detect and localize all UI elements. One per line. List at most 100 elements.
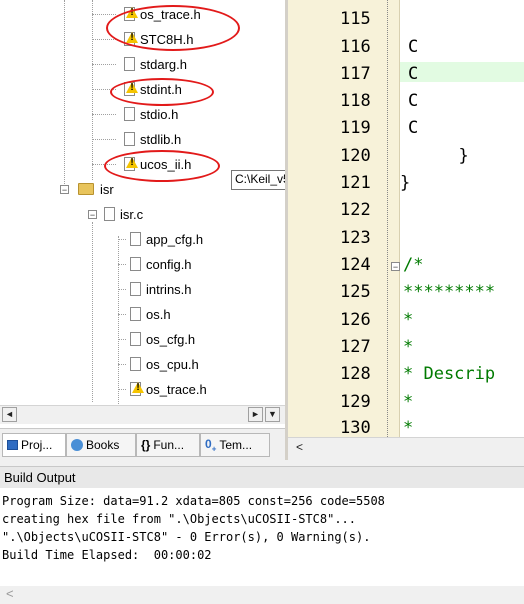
tree-item[interactable]: os.h (130, 303, 171, 325)
build-output-scrollbar[interactable]: < (0, 586, 524, 604)
line-number: 116 (340, 37, 371, 57)
file-icon (130, 232, 141, 246)
code-editor[interactable]: 115 116 117 118 119 120 121 122 123 124 … (288, 0, 524, 437)
tree-item-label: stdlib.h (140, 131, 182, 147)
line-number: 120 (340, 146, 371, 166)
template-icon: 0+ (205, 436, 217, 454)
collapse-icon[interactable]: − (88, 210, 97, 220)
code-line: ********* (403, 282, 496, 302)
scroll-left-icon[interactable]: < (292, 441, 307, 456)
line-number: 124 (340, 255, 371, 275)
line-number: 119 (340, 118, 371, 138)
tree-item[interactable]: intrins.h (130, 278, 192, 300)
line-number: 115 (340, 9, 371, 29)
tree-item[interactable]: os_trace.h (124, 3, 201, 25)
file-icon (124, 132, 135, 146)
tree-item-label: os_trace.h (140, 6, 201, 22)
editor-horizontal-scrollbar[interactable]: < (288, 437, 524, 461)
build-output-line: ".\Objects\uCOSII-STC8" - 0 Error(s), 0 … (2, 530, 371, 544)
tree-item[interactable]: os_cfg.h (130, 328, 195, 350)
tree-item[interactable]: stdlib.h (124, 128, 181, 150)
tab-books[interactable]: Books (66, 433, 136, 457)
tree-item[interactable]: stdarg.h (124, 53, 187, 75)
tab-project[interactable]: Proj... (2, 433, 66, 457)
warning-file-icon (124, 7, 135, 21)
code-line: C (408, 118, 419, 138)
tree-item-label: stdint.h (140, 81, 182, 97)
code-line: } (438, 146, 469, 166)
build-output-title: Build Output (0, 466, 524, 488)
tree-horizontal-scrollbar[interactable]: ◄ ► ▼ (0, 405, 285, 424)
file-icon (130, 307, 141, 321)
code-line: * Descrip (403, 364, 496, 384)
code-line: } (400, 173, 411, 193)
tab-templates[interactable]: 0+ Tem... (200, 433, 270, 457)
tree-folder-isr[interactable]: isr (78, 178, 114, 200)
tree-item[interactable]: STC8H.h (124, 28, 193, 50)
line-number: 130 (340, 418, 371, 437)
tree-item-label: app_cfg.h (146, 231, 204, 247)
warning-file-icon (124, 32, 135, 46)
tab-label: Books (86, 438, 120, 452)
tree-item-label: intrins.h (146, 281, 192, 297)
line-number: 126 (340, 310, 371, 330)
tree-item-label: os_cpu.h (146, 356, 199, 372)
tree-item[interactable]: stdint.h (124, 78, 182, 100)
current-line-highlight (400, 62, 524, 82)
code-line: C (408, 64, 419, 84)
file-icon (130, 282, 141, 296)
tree-item-label: ucos_ii.h (140, 156, 192, 172)
file-icon (130, 257, 141, 271)
build-output-line: creating hex file from ".\Objects\uCOSII… (2, 512, 357, 526)
file-icon (130, 332, 141, 346)
tab-label: Proj... (21, 438, 53, 452)
code-line: * (403, 418, 414, 437)
line-number: 121 (340, 173, 371, 193)
line-number: 127 (340, 337, 371, 357)
tree-item-label: stdio.h (140, 106, 179, 122)
folder-icon (78, 183, 94, 195)
line-number: 117 (340, 64, 371, 84)
tree-item-label: config.h (146, 256, 192, 272)
tree-item-label: os.h (146, 306, 171, 322)
tree-item[interactable]: isr.c (104, 203, 143, 225)
build-output-line: Program Size: data=91.2 xdata=805 const=… (2, 494, 385, 508)
tree-item[interactable]: config.h (130, 253, 192, 275)
tree-item[interactable]: os_cpu.h (130, 353, 199, 375)
braces-icon: {} (141, 438, 151, 452)
tree-item-label: STC8H.h (140, 31, 194, 47)
project-icon (7, 440, 18, 450)
scroll-left-icon[interactable]: ◄ (2, 407, 17, 422)
line-number: 122 (340, 200, 371, 220)
project-tree-panel: os_trace.h STC8H.h stdarg.h stdint.h std… (0, 0, 285, 428)
file-icon (124, 107, 135, 121)
file-icon (104, 207, 115, 221)
code-line: C (408, 37, 419, 57)
file-icon (130, 357, 141, 371)
line-number: 123 (340, 228, 371, 248)
collapse-icon[interactable]: − (60, 185, 69, 195)
tab-functions[interactable]: {} Fun... (136, 433, 200, 457)
code-line: * (403, 310, 414, 330)
tree-item[interactable]: os_trace.h (130, 378, 207, 400)
tree-item[interactable]: ucos_ii.h (124, 153, 191, 175)
warning-file-icon (124, 82, 135, 96)
tab-label: Fun... (153, 438, 185, 452)
tree-item-label: isr (100, 181, 114, 197)
scroll-down-icon[interactable]: ▼ (265, 407, 280, 422)
tree-item[interactable]: stdio.h (124, 103, 178, 125)
scroll-left-icon[interactable]: < (6, 586, 14, 601)
line-number: 128 (340, 364, 371, 384)
line-number: 118 (340, 91, 371, 111)
line-number: 129 (340, 392, 371, 412)
warning-file-icon (124, 157, 135, 171)
line-number: 125 (340, 282, 371, 302)
code-line: C (408, 91, 419, 111)
collapse-icon[interactable]: − (391, 262, 400, 272)
warning-file-icon (130, 382, 141, 396)
tree-item[interactable]: app_cfg.h (130, 228, 203, 250)
file-icon (124, 57, 135, 71)
scroll-right-icon[interactable]: ► (248, 407, 263, 422)
tab-label: Tem... (219, 438, 253, 452)
code-line: * (403, 337, 414, 357)
